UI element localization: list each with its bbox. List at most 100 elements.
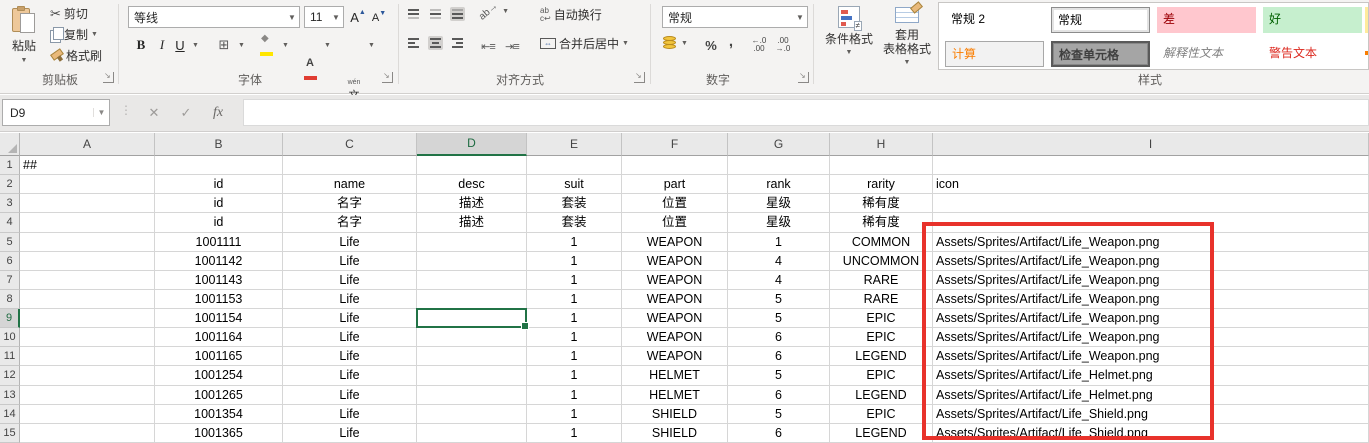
cell-H14[interactable]: EPIC	[830, 405, 933, 424]
cell-F3[interactable]: 位置	[622, 194, 728, 213]
cell-I1[interactable]	[933, 156, 1369, 175]
cell-E10[interactable]: 1	[527, 328, 622, 347]
bold-button[interactable]: B	[132, 34, 150, 56]
cell-style-option[interactable]: 常规	[1051, 7, 1150, 33]
cell-E13[interactable]: 1	[527, 386, 622, 405]
cell-F1[interactable]	[622, 156, 728, 175]
cell-B7[interactable]: 1001143	[155, 271, 283, 290]
column-header-E[interactable]: E	[527, 133, 622, 156]
cell-C11[interactable]: Life	[283, 347, 417, 366]
cell-E3[interactable]: 套装	[527, 194, 622, 213]
cell-D13[interactable]	[417, 386, 527, 405]
wrap-text-button[interactable]: abc↩ 自动换行	[540, 6, 602, 23]
cell-G12[interactable]: 5	[728, 366, 830, 386]
cell-F14[interactable]: SHIELD	[622, 405, 728, 424]
column-header-I[interactable]: I	[933, 133, 1369, 156]
font-name-combo[interactable]: 等线 ▼	[128, 6, 300, 28]
cell-C1[interactable]	[283, 156, 417, 175]
cell-C2[interactable]: name	[283, 175, 417, 194]
font-size-combo[interactable]: 11 ▼	[304, 6, 344, 28]
cell-A2[interactable]	[20, 175, 155, 194]
cell-H1[interactable]	[830, 156, 933, 175]
cell-C13[interactable]: Life	[283, 386, 417, 405]
cell-D6[interactable]	[417, 252, 527, 271]
cell-F12[interactable]: HELMET	[622, 366, 728, 386]
cell-G11[interactable]: 6	[728, 347, 830, 366]
cell-E9[interactable]: 1	[527, 309, 622, 328]
cell-style-option[interactable]: 检查单元格	[1051, 41, 1150, 67]
column-header-G[interactable]: G	[728, 133, 830, 156]
italic-button[interactable]: I	[154, 34, 170, 56]
cell-B12[interactable]: 1001254	[155, 366, 283, 386]
format-painter-button[interactable]: 格式刷	[50, 47, 102, 64]
cell-F6[interactable]: WEAPON	[622, 252, 728, 271]
number-dialog-launcher[interactable]	[798, 72, 809, 83]
cell-G10[interactable]: 6	[728, 328, 830, 347]
cell-B5[interactable]: 1001111	[155, 233, 283, 252]
cell-D8[interactable]	[417, 290, 527, 309]
cell-D12[interactable]	[417, 366, 527, 386]
format-as-table-button[interactable]: 套用 表格格式 ▼	[878, 4, 936, 70]
select-all-corner[interactable]	[0, 133, 20, 156]
cell-D5[interactable]	[417, 233, 527, 252]
cell-A5[interactable]	[20, 233, 155, 252]
fill-color-button[interactable]: ◆	[258, 33, 278, 57]
comma-style-button[interactable]: ,	[724, 32, 738, 50]
cell-C6[interactable]: Life	[283, 252, 417, 271]
cell-H8[interactable]: RARE	[830, 290, 933, 309]
cell-D4[interactable]: 描述	[417, 213, 527, 233]
formula-input[interactable]	[243, 99, 1369, 126]
cell-style-option[interactable]: 解释性文本	[1157, 41, 1256, 67]
cell-E12[interactable]: 1	[527, 366, 622, 386]
decrease-indent-button[interactable]: ⇤≡	[478, 36, 498, 56]
borders-button[interactable]: ⊞	[214, 34, 234, 56]
row-header-15[interactable]: 15	[0, 424, 20, 443]
cell-C15[interactable]: Life	[283, 424, 417, 443]
cell-C10[interactable]: Life	[283, 328, 417, 347]
cell-D10[interactable]	[417, 328, 527, 347]
enter-button[interactable]: ✓	[172, 99, 200, 126]
cell-B15[interactable]: 1001365	[155, 424, 283, 443]
column-header-A[interactable]: A	[20, 133, 155, 156]
cell-E8[interactable]: 1	[527, 290, 622, 309]
font-dialog-launcher[interactable]	[382, 72, 393, 83]
cell-H9[interactable]: EPIC	[830, 309, 933, 328]
chevron-down-icon[interactable]: ▼	[324, 42, 331, 49]
name-box[interactable]: D9 ▼	[2, 99, 110, 126]
align-right-button[interactable]	[450, 36, 465, 50]
cell-D1[interactable]	[417, 156, 527, 175]
cell-I2[interactable]: icon	[933, 175, 1369, 194]
column-header-H[interactable]: H	[830, 133, 933, 156]
cell-style-option[interactable]: 常规 2	[945, 7, 1044, 33]
cell-B8[interactable]: 1001153	[155, 290, 283, 309]
cell-H12[interactable]: EPIC	[830, 366, 933, 386]
cell-F9[interactable]: WEAPON	[622, 309, 728, 328]
cell-B1[interactable]	[155, 156, 283, 175]
cell-B14[interactable]: 1001354	[155, 405, 283, 424]
cell-C3[interactable]: 名字	[283, 194, 417, 213]
conditional-formatting-button[interactable]: 条件格式 ▼	[820, 4, 878, 70]
cell-H15[interactable]: LEGEND	[830, 424, 933, 443]
cell-G1[interactable]	[728, 156, 830, 175]
cell-G8[interactable]: 5	[728, 290, 830, 309]
row-header-14[interactable]: 14	[0, 405, 20, 424]
cancel-button[interactable]: ✕	[140, 99, 168, 126]
cell-D3[interactable]: 描述	[417, 194, 527, 213]
number-format-combo[interactable]: 常规 ▼	[662, 6, 808, 28]
cell-H11[interactable]: LEGEND	[830, 347, 933, 366]
orientation-button[interactable]: ab→ ▼	[478, 6, 509, 17]
percent-style-button[interactable]: %	[700, 36, 722, 54]
cell-A7[interactable]	[20, 271, 155, 290]
cell-A15[interactable]	[20, 424, 155, 443]
style-linked-sliver[interactable]	[1365, 51, 1369, 55]
cell-H2[interactable]: rarity	[830, 175, 933, 194]
cell-G4[interactable]: 星级	[728, 213, 830, 233]
chevron-down-icon[interactable]: ▼	[192, 42, 199, 49]
cell-H4[interactable]: 稀有度	[830, 213, 933, 233]
cell-H10[interactable]: EPIC	[830, 328, 933, 347]
cell-A4[interactable]	[20, 213, 155, 233]
column-header-F[interactable]: F	[622, 133, 728, 156]
cell-G2[interactable]: rank	[728, 175, 830, 194]
cell-style-option[interactable]: 计算	[945, 41, 1044, 67]
cell-G14[interactable]: 5	[728, 405, 830, 424]
